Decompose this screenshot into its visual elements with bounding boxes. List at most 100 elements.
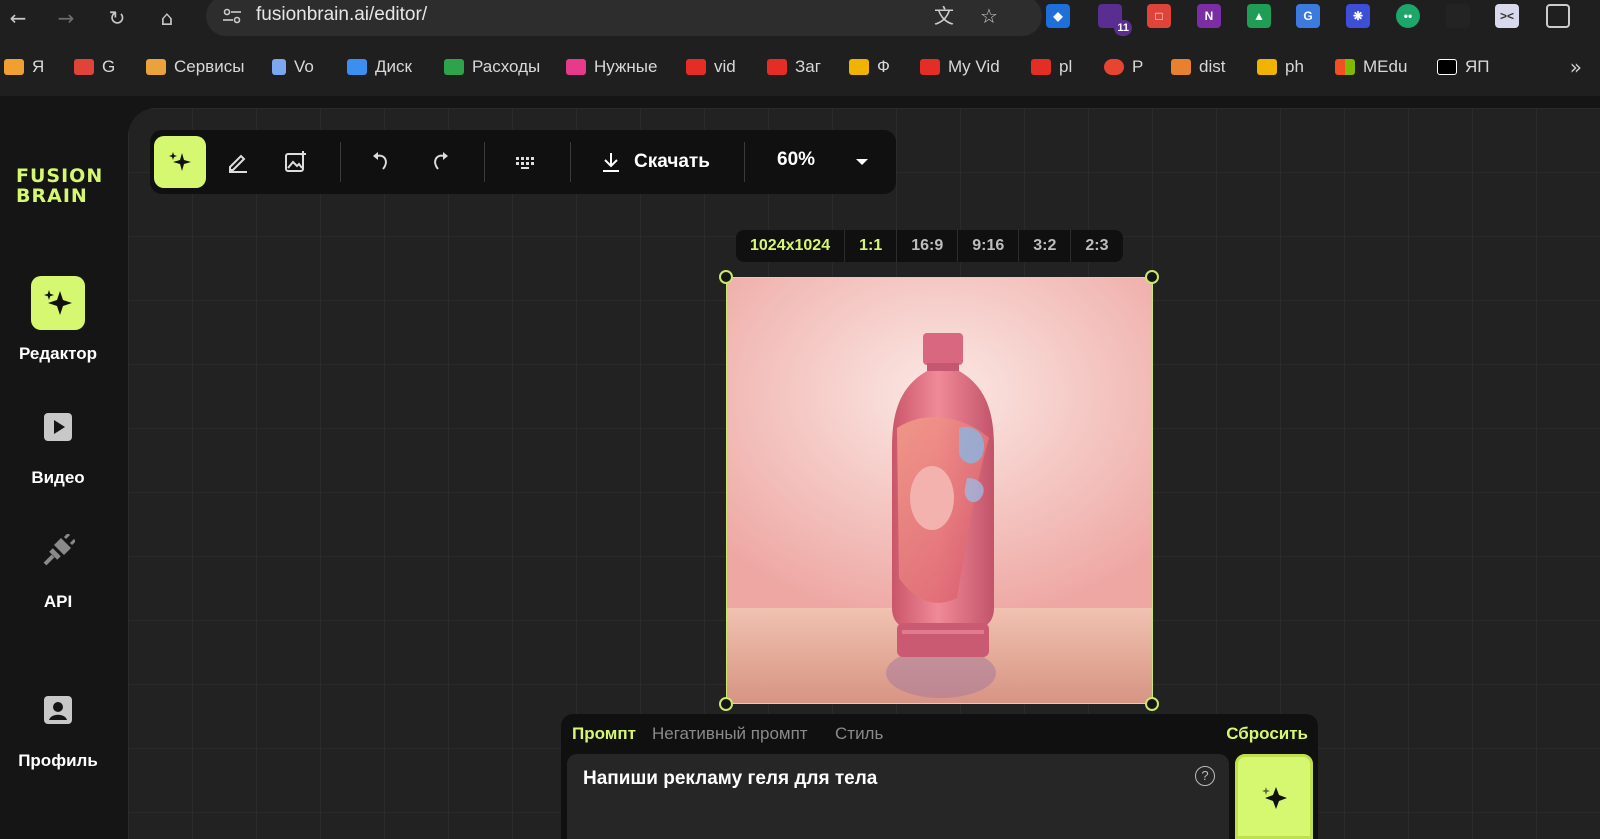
generate-tool-button[interactable] bbox=[154, 136, 206, 188]
sidebar-item-profile[interactable]: Профиль bbox=[0, 683, 116, 771]
ratio-option-16-9[interactable]: 16:9 bbox=[896, 230, 957, 262]
translate-icon[interactable]: 文 bbox=[932, 4, 956, 28]
bookmark-item[interactable]: vid bbox=[686, 55, 736, 79]
prompt-text[interactable]: Напиши рекламу геля для тела bbox=[583, 768, 877, 790]
face-extension-icon[interactable]: >< bbox=[1495, 4, 1519, 28]
download-button[interactable]: Скачать bbox=[600, 142, 710, 182]
bookmark-item[interactable]: Я bbox=[4, 55, 44, 79]
keyboard-shortcuts-button[interactable] bbox=[500, 136, 552, 188]
blank-extension-icon[interactable] bbox=[1446, 4, 1470, 28]
generated-image-frame[interactable] bbox=[726, 277, 1153, 704]
bookmark-label: Я bbox=[32, 57, 45, 76]
help-icon[interactable]: ? bbox=[1195, 766, 1215, 786]
bookmark-item[interactable]: Диск bbox=[347, 55, 412, 79]
reload-icon[interactable]: ↻ bbox=[103, 4, 131, 32]
chevron-down-icon[interactable] bbox=[850, 152, 874, 172]
generated-image bbox=[727, 278, 1152, 703]
drive-extension-icon[interactable]: ▲ bbox=[1247, 4, 1271, 28]
home-icon[interactable]: ⌂ bbox=[153, 4, 181, 32]
bookmark-item[interactable]: Сервисы bbox=[146, 55, 244, 79]
google-translate-extension-icon[interactable]: G bbox=[1296, 4, 1320, 28]
sidebar-label: Профиль bbox=[18, 751, 98, 770]
generate-button[interactable] bbox=[1235, 754, 1313, 839]
resolution-label: 1024x1024 bbox=[750, 237, 831, 254]
bookmark-item[interactable]: Vo bbox=[272, 55, 314, 79]
bookmark-label: Ф bbox=[877, 57, 890, 76]
bookmark-star-icon[interactable]: ☆ bbox=[977, 4, 1001, 28]
redo-icon bbox=[434, 152, 448, 170]
add-image-tool-button[interactable] bbox=[270, 136, 322, 188]
extension-badge: 11 bbox=[1114, 20, 1132, 36]
window-extension-icon[interactable]: □ bbox=[1147, 4, 1171, 28]
ratio-option-1-1[interactable]: 1:1 bbox=[844, 230, 896, 262]
joomla-icon bbox=[1171, 59, 1191, 75]
onenote-extension-icon[interactable]: N bbox=[1197, 4, 1221, 28]
tab-prompt[interactable]: Промпт bbox=[572, 724, 636, 744]
sidebar-label: Видео bbox=[31, 468, 85, 487]
sidebar-item-api[interactable]: API bbox=[0, 524, 116, 612]
bookmark-item[interactable]: P bbox=[1104, 55, 1143, 79]
bookmark-label: ЯП bbox=[1465, 57, 1490, 76]
address-bar[interactable]: fusionbrain.ai/editor/ 文 ☆ bbox=[206, 0, 1042, 36]
toolbar-divider bbox=[744, 142, 745, 182]
bookmark-item[interactable]: Нужные bbox=[566, 55, 657, 79]
prompt-panel: Промпт Негативный промпт Стиль Сбросить … bbox=[561, 714, 1318, 839]
browser-chrome: ← → ↻ ⌂ fusionbrain.ai/editor/ 文 ☆ ◆ 11 … bbox=[0, 0, 1600, 96]
bookmark-item[interactable]: dist bbox=[1171, 55, 1225, 79]
bookmark-label: vid bbox=[714, 57, 736, 76]
gem-extension-icon[interactable]: ◆ bbox=[1046, 4, 1070, 28]
reset-button[interactable]: Сбросить bbox=[1226, 724, 1308, 744]
tab-negative-prompt[interactable]: Негативный промпт bbox=[652, 724, 808, 744]
redo-button[interactable] bbox=[414, 136, 466, 188]
bookmark-label: MEdu bbox=[1363, 57, 1408, 76]
bookmark-item[interactable]: G bbox=[74, 55, 115, 79]
resize-handle-top-left[interactable] bbox=[719, 270, 733, 284]
ratio-option-3-2[interactable]: 3:2 bbox=[1018, 230, 1070, 262]
robot-extension-icon[interactable]: •• bbox=[1396, 4, 1420, 28]
sparkle-icon bbox=[31, 276, 85, 330]
site-settings-icon[interactable] bbox=[222, 8, 242, 24]
toolbar-divider bbox=[340, 142, 341, 182]
extensions-puzzle-icon[interactable] bbox=[1546, 4, 1570, 28]
burst-extension-icon[interactable]: ❋ bbox=[1346, 4, 1370, 28]
resize-handle-bottom-right[interactable] bbox=[1145, 697, 1159, 711]
bookmark-item[interactable]: Ф bbox=[849, 55, 890, 79]
plug-icon bbox=[31, 524, 85, 578]
bookmark-item[interactable]: Заг bbox=[767, 55, 821, 79]
zoom-level[interactable]: 60% bbox=[777, 149, 815, 171]
image-plus-icon bbox=[285, 151, 306, 172]
ratio-option-2-3[interactable]: 2:3 bbox=[1070, 230, 1122, 262]
forward-icon[interactable]: → bbox=[52, 4, 80, 32]
pinwheel-icon bbox=[1257, 59, 1277, 75]
undo-icon bbox=[373, 152, 387, 170]
url-text[interactable]: fusionbrain.ai/editor/ bbox=[256, 4, 427, 26]
graduation-extension-icon[interactable]: 11 bbox=[1098, 4, 1132, 36]
more-bookmarks-icon[interactable]: » bbox=[1570, 55, 1582, 79]
sidebar-item-editor[interactable]: Редактор bbox=[0, 276, 116, 364]
play-icon bbox=[31, 400, 85, 454]
bookmark-item[interactable]: My Vid bbox=[920, 55, 1000, 79]
keyboard-icon bbox=[516, 157, 534, 169]
back-icon[interactable]: ← bbox=[4, 4, 32, 32]
sidebar-label: API bbox=[43, 592, 73, 611]
microphone-icon bbox=[272, 59, 286, 75]
logo[interactable]: FUSION BRAIN bbox=[16, 166, 103, 206]
mail-icon bbox=[4, 59, 24, 75]
bookmark-item[interactable]: Расходы bbox=[444, 55, 540, 79]
ratio-option-9-16[interactable]: 9:16 bbox=[957, 230, 1018, 262]
bookmark-item[interactable]: ph bbox=[1257, 55, 1304, 79]
bookmark-item[interactable]: ЯП bbox=[1437, 55, 1490, 79]
bookmark-label: ph bbox=[1285, 57, 1304, 76]
resize-handle-top-right[interactable] bbox=[1145, 270, 1159, 284]
pencil-icon bbox=[229, 154, 247, 173]
bookmark-item[interactable]: MEdu bbox=[1335, 55, 1407, 79]
undo-button[interactable] bbox=[355, 136, 407, 188]
bookmark-label: P bbox=[1132, 57, 1144, 76]
eraser-tool-button[interactable] bbox=[212, 136, 264, 188]
download-label: Скачать bbox=[634, 151, 710, 172]
resize-handle-bottom-left[interactable] bbox=[719, 697, 733, 711]
tab-style[interactable]: Стиль bbox=[835, 724, 883, 744]
prompt-input[interactable]: Напиши рекламу геля для тела ? bbox=[567, 754, 1229, 839]
sidebar-item-video[interactable]: Видео bbox=[0, 400, 116, 488]
bookmark-item[interactable]: pl bbox=[1031, 55, 1072, 79]
